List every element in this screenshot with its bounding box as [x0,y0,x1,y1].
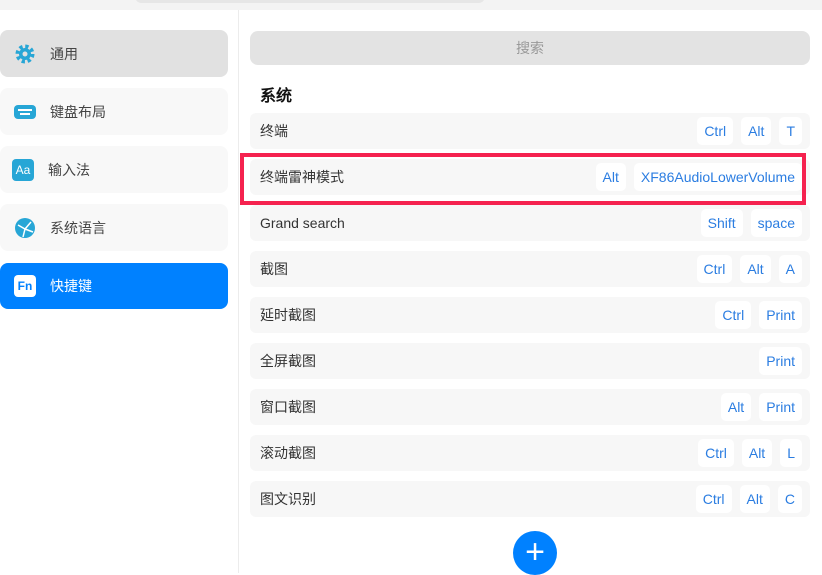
shortcut-key[interactable]: C [777,485,802,513]
shortcut-key[interactable]: Print [759,301,802,329]
gear-icon [14,43,36,65]
section-title: 系统 [260,88,293,105]
add-shortcut-button[interactable]: + [513,531,557,575]
shortcut-key[interactable]: Ctrl [696,255,733,283]
sidebar-item-keyboard-layout[interactable]: 键盘布局 [0,88,228,135]
sidebar-item-label: 系统语言 [50,219,106,236]
sidebar-item-label: 快捷键 [50,278,92,294]
shortcut-key[interactable]: Alt [741,439,773,467]
shortcut-row[interactable]: 截图 Ctrl Alt A [250,251,810,287]
sidebar-item-input-method[interactable]: Aa 输入法 [0,146,228,193]
shortcut-key[interactable]: A [778,255,802,283]
shortcut-key[interactable]: Ctrl [695,485,732,513]
fn-icon: Fn [14,275,36,297]
shortcut-key[interactable]: Ctrl [697,117,734,145]
shortcut-row[interactable]: 滚动截图 Ctrl Alt L [250,435,810,471]
sidebar-item-label: 通用 [50,45,78,62]
shortcut-name: 截图 [260,261,288,277]
title-bar [0,0,822,10]
shortcut-name: 窗口截图 [260,399,316,415]
shortcut-row[interactable]: 图文识别 Ctrl Alt C [250,481,810,517]
sidebar-item-label: 输入法 [48,161,90,178]
input-method-icon: Aa [12,158,34,181]
sidebar-item-shortcuts[interactable]: Fn 快捷键 [0,263,228,309]
shortcut-row[interactable]: 延时截图 Ctrl Print [250,297,810,333]
sidebar: 通用 键盘布局 Aa 输入法 系统语言 Fn 快捷键 [0,10,239,573]
shortcut-key[interactable]: T [779,117,802,145]
highlight-box [240,153,806,205]
search-input[interactable]: 搜索 [250,31,810,65]
keyboard-icon [14,101,36,123]
shortcut-name: Grand search [260,215,345,231]
shortcut-key[interactable]: space [750,209,802,237]
sidebar-item-system-language[interactable]: 系统语言 [0,204,228,251]
shortcut-key[interactable]: Ctrl [715,301,752,329]
globe-icon [14,217,36,239]
shortcut-name: 图文识别 [260,491,316,507]
shortcut-row[interactable]: 全屏截图 Print [250,343,810,379]
sidebar-item-general[interactable]: 通用 [0,30,228,77]
shortcut-row[interactable]: 终端 Ctrl Alt T [250,113,810,149]
shortcut-key[interactable]: Alt [739,485,770,513]
shortcut-key[interactable]: Alt [720,393,752,421]
shortcut-key[interactable]: Print [759,347,802,375]
shortcut-key[interactable]: Alt [741,117,772,145]
shortcut-row[interactable]: 窗口截图 Alt Print [250,389,810,425]
shortcut-row[interactable]: Grand search Shift space [250,205,810,241]
shortcut-name: 全屏截图 [260,353,316,369]
shortcut-key[interactable]: Ctrl [698,439,734,467]
title-bar-search[interactable] [135,0,485,3]
shortcut-key[interactable]: Alt [740,255,771,283]
shortcut-name: 滚动截图 [260,445,316,461]
shortcut-key[interactable]: Shift [700,209,743,237]
shortcut-name: 延时截图 [260,307,316,323]
sidebar-item-label: 键盘布局 [50,103,106,120]
shortcut-key[interactable]: Print [759,393,802,421]
shortcut-name: 终端 [260,123,288,139]
shortcut-key[interactable]: L [780,439,802,467]
main-panel: 搜索 系统 终端 Ctrl Alt T 终端雷神模式 Alt XF86AudioLowerV… [240,10,822,575]
